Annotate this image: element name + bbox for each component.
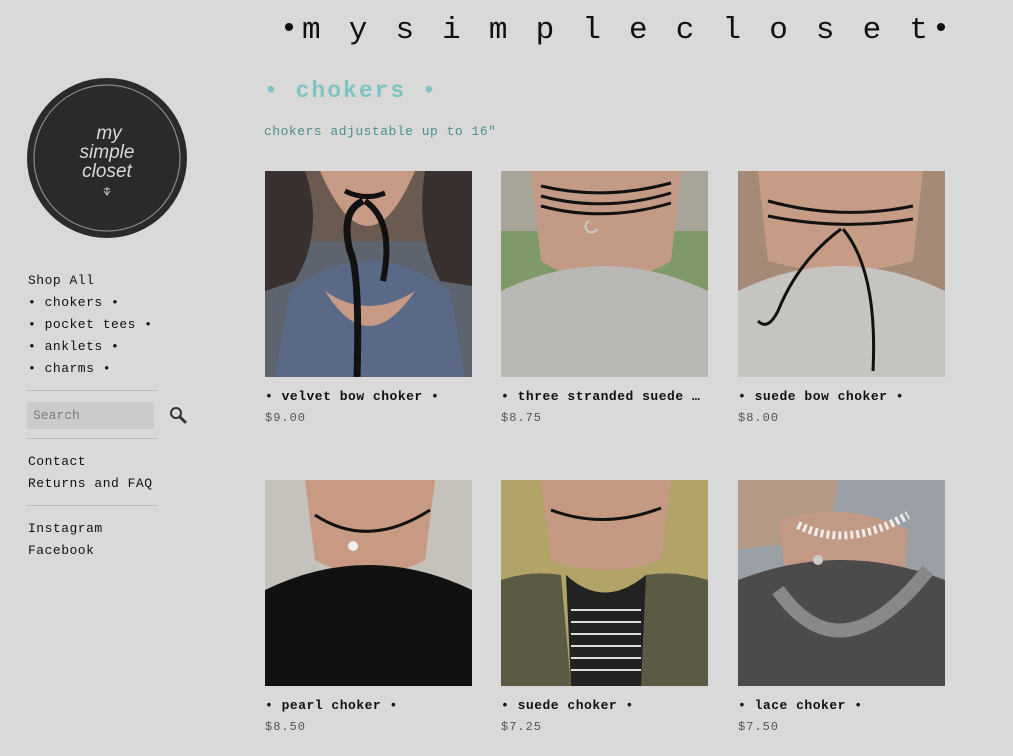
logo-line-1: my bbox=[96, 123, 123, 144]
product-name[interactable]: • velvet bow choker • bbox=[265, 389, 472, 404]
divider bbox=[27, 390, 157, 391]
product-image[interactable] bbox=[738, 480, 945, 686]
contact-link[interactable]: Contact bbox=[28, 451, 163, 473]
title-letter: e bbox=[862, 12, 882, 48]
page: • m y s i m p l e c l o s e t • my simpl… bbox=[0, 0, 1013, 756]
product-card[interactable]: • three stranded suede choker • $8.75 bbox=[501, 171, 708, 425]
product-name[interactable]: • three stranded suede choker • bbox=[501, 389, 708, 404]
title-dot-right: • bbox=[931, 13, 950, 47]
facebook-link[interactable]: Facebook bbox=[28, 540, 163, 562]
social-links: Instagram Facebook bbox=[28, 518, 163, 562]
product-image[interactable] bbox=[501, 171, 708, 377]
product-price: $9.00 bbox=[265, 411, 307, 425]
nav-pocket-tees[interactable]: • pocket tees • bbox=[28, 314, 163, 336]
title-letter: m bbox=[488, 12, 508, 48]
product-image[interactable] bbox=[501, 480, 708, 686]
product-card[interactable]: • pearl choker • $8.50 bbox=[265, 480, 472, 734]
title-dot-left: • bbox=[280, 13, 299, 47]
title-letter: m bbox=[302, 12, 321, 48]
product-card[interactable]: • velvet bow choker • $9.00 bbox=[265, 171, 472, 425]
search-form bbox=[27, 402, 192, 429]
product-name[interactable]: • suede choker • bbox=[501, 698, 708, 713]
nav-chokers[interactable]: • chokers • bbox=[28, 292, 163, 314]
nav-charms[interactable]: • charms • bbox=[28, 358, 163, 380]
returns-faq-link[interactable]: Returns and FAQ bbox=[28, 473, 163, 495]
site-title[interactable]: • m y s i m p l e c l o s e t • bbox=[280, 8, 950, 52]
logo[interactable]: my simple closet bbox=[27, 78, 187, 238]
product-image[interactable] bbox=[738, 171, 945, 377]
title-letter: o bbox=[769, 12, 788, 48]
title-letter: p bbox=[535, 12, 555, 48]
product-name[interactable]: • suede bow choker • bbox=[738, 389, 945, 404]
nav-shop-all[interactable]: Shop All bbox=[28, 270, 163, 292]
product-image[interactable] bbox=[265, 480, 472, 686]
title-letter: y bbox=[348, 12, 368, 48]
info-links: Contact Returns and FAQ bbox=[28, 451, 163, 495]
title-letter: c bbox=[675, 12, 695, 48]
divider bbox=[27, 438, 157, 439]
product-price: $8.75 bbox=[501, 411, 543, 425]
search-button[interactable] bbox=[167, 405, 189, 427]
search-icon bbox=[170, 407, 187, 424]
product-image[interactable] bbox=[265, 171, 472, 377]
product-price: $7.50 bbox=[738, 720, 780, 734]
product-price: $7.25 bbox=[501, 720, 543, 734]
product-price: $8.50 bbox=[265, 720, 307, 734]
logo-line-3: closet bbox=[82, 161, 132, 182]
divider bbox=[27, 505, 157, 506]
product-name[interactable]: • pearl choker • bbox=[265, 698, 472, 713]
nav-anklets[interactable]: • anklets • bbox=[28, 336, 163, 358]
category-description: chokers adjustable up to 16" bbox=[264, 124, 497, 139]
search-input[interactable] bbox=[27, 402, 154, 429]
category-title: • chokers • bbox=[264, 78, 438, 104]
product-card[interactable]: • lace choker • $7.50 bbox=[738, 480, 945, 734]
title-letters: m y s i m p l e c l o s e t bbox=[298, 13, 932, 48]
title-letter: i bbox=[442, 12, 461, 48]
title-letter: e bbox=[629, 12, 648, 48]
product-name[interactable]: • lace choker • bbox=[738, 698, 945, 713]
logo-line-2: simple bbox=[80, 142, 135, 163]
title-letter: l bbox=[582, 12, 601, 48]
product-price: $8.00 bbox=[738, 411, 780, 425]
product-card[interactable]: • suede bow choker • $8.00 bbox=[738, 171, 945, 425]
product-card[interactable]: • suede choker • $7.25 bbox=[501, 480, 708, 734]
sidebar-nav: Shop All • chokers • • pocket tees • • a… bbox=[28, 270, 163, 380]
title-letter: s bbox=[395, 12, 415, 48]
title-letter: t bbox=[909, 12, 928, 48]
title-letter: l bbox=[722, 12, 742, 48]
instagram-link[interactable]: Instagram bbox=[28, 518, 163, 540]
title-letter: s bbox=[815, 12, 835, 48]
